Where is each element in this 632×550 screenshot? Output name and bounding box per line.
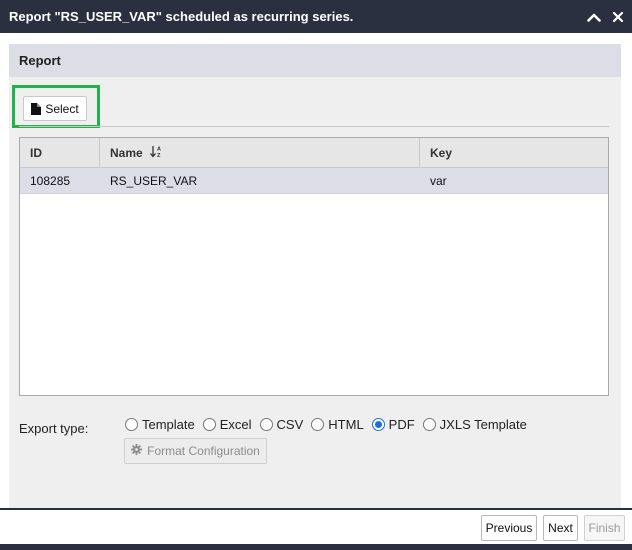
cell-key: var (430, 173, 447, 188)
close-icon[interactable] (608, 7, 628, 27)
report-panel: Report Select ID Name A Z Key 108285 RS_… (9, 44, 621, 516)
svg-text:A: A (157, 146, 161, 152)
cell-id: 108285 (30, 173, 71, 188)
radio-html[interactable] (311, 418, 325, 431)
panel-header: Report (9, 44, 621, 77)
dialog-footer: Previous Next Finish (0, 508, 632, 544)
select-button-label: Select (45, 101, 79, 116)
export-option-template[interactable]: Template (125, 417, 195, 432)
radio-csv[interactable] (259, 418, 273, 431)
document-icon (31, 102, 42, 115)
radio-template[interactable] (125, 418, 138, 431)
dialog-titlebar: Report "RS_USER_VAR" scheduled as recurr… (0, 0, 632, 33)
dialog-title: Report "RS_USER_VAR" scheduled as recurr… (9, 9, 354, 24)
table-row[interactable]: 108285 RS_USER_VAR var (20, 168, 608, 194)
column-header-name[interactable]: Name A Z (100, 138, 420, 167)
export-option-pdf[interactable]: PDF (371, 417, 415, 432)
cell-name: RS_USER_VAR (110, 173, 198, 188)
finish-button[interactable]: Finish (584, 515, 625, 541)
radio-jxls-template[interactable] (422, 418, 436, 431)
radio-pdf[interactable] (371, 418, 385, 431)
column-header-id[interactable]: ID (20, 138, 100, 167)
export-option-csv[interactable]: CSV (259, 417, 303, 432)
gear-icon (131, 444, 143, 458)
sort-alpha-down-icon: A Z (149, 145, 162, 161)
export-type-options: Template Excel CSV HTML PDF JXLS Templat… (125, 417, 535, 432)
export-option-jxls-template[interactable]: JXLS Template (422, 417, 527, 432)
chevron-up-icon[interactable] (584, 7, 604, 27)
bottom-bar (0, 544, 632, 550)
radio-excel[interactable] (202, 418, 216, 431)
table-header: ID Name A Z Key (20, 138, 608, 168)
column-header-key[interactable]: Key (420, 138, 608, 167)
toolbar-divider (19, 126, 609, 127)
export-type-label: Export type: (19, 421, 89, 436)
next-button[interactable]: Next (543, 515, 578, 541)
select-button[interactable]: Select (23, 96, 87, 121)
export-option-excel[interactable]: Excel (202, 417, 252, 432)
format-configuration-button[interactable]: Format Configuration (124, 438, 267, 464)
format-configuration-label: Format Configuration (147, 444, 260, 458)
report-table: ID Name A Z Key 108285 RS_USER_VAR var (19, 137, 609, 396)
previous-button[interactable]: Previous (481, 515, 537, 541)
dialog-body: Report Select ID Name A Z Key 108285 RS_… (0, 33, 632, 516)
svg-text:Z: Z (157, 153, 161, 158)
export-option-html[interactable]: HTML (311, 417, 364, 432)
